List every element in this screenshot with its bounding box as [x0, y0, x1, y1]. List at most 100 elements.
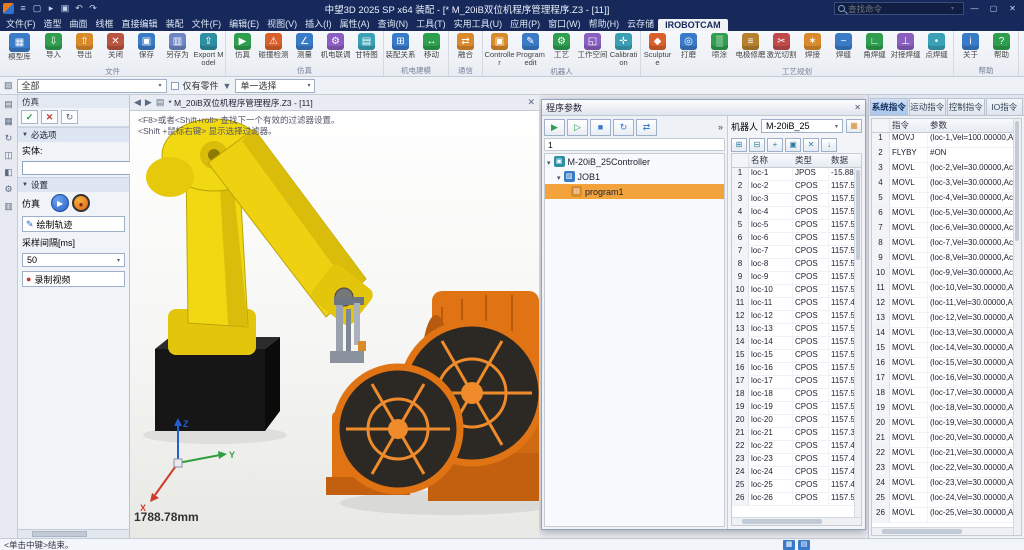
instruction-row[interactable]: 20MOVL(loc-19,Vel=30.00000,Acc=40...	[872, 418, 1013, 433]
play-simulation-button[interactable]: ▶	[51, 194, 69, 212]
menu-item-9[interactable]: 插入(I)	[301, 17, 336, 31]
expand-toolbar-icon[interactable]: »	[718, 122, 725, 132]
viewport-3d[interactable]: ◀ ▶ ▤ * M_20iB双位机程序管理程序.Z3 - [11] ✕ <F8>…	[130, 95, 539, 538]
instruction-hscrollbar[interactable]	[872, 527, 1013, 535]
filter-icon[interactable]: ▼	[223, 81, 232, 91]
robot-dropdown[interactable]: M-20iB_25 ▾	[761, 119, 843, 133]
command-search-input[interactable]	[848, 4, 948, 14]
spot-weld-button[interactable]: •点焊缝	[921, 32, 952, 67]
process-button[interactable]: ⚙工艺	[546, 32, 577, 67]
tab-list-icon[interactable]: ▤	[156, 97, 165, 108]
instruction-row[interactable]: 17MOVL(loc-16,Vel=30.00000,Acc=40...	[872, 373, 1013, 388]
simulate-button[interactable]: ▶仿真	[227, 32, 258, 66]
sample-interval-dropdown[interactable]: 50 ▾	[22, 253, 125, 267]
location-row[interactable]: 15loc-15CPOS1157.5005	[732, 350, 854, 363]
tab-irobotcam[interactable]: IROBOTCAM	[658, 19, 728, 31]
instruction-row[interactable]: 3MOVL(loc-2,Vel=30.00000,Acc=40.0...	[872, 163, 1013, 178]
expand-caret-icon[interactable]	[547, 157, 551, 167]
tree-node-program-selected[interactable]: ▤ program1	[545, 184, 724, 199]
settings-section-header[interactable]: 设置	[18, 177, 129, 192]
cancel-button[interactable]: ✕	[41, 110, 58, 124]
location-row[interactable]: 4loc-4CPOS1157.5003	[732, 207, 854, 220]
instruction-row[interactable]: 23MOVL(loc-22,Vel=30.00000,Acc=40...	[872, 463, 1013, 478]
location-row[interactable]: 12loc-12CPOS1157.5009	[732, 311, 854, 324]
spray-button[interactable]: ▒喷涂	[704, 32, 735, 67]
location-row[interactable]: 17loc-17CPOS1157.5010	[732, 376, 854, 389]
program-panel-titlebar[interactable]: 程序参数 ✕	[542, 100, 865, 116]
weld-seam-button[interactable]: ~焊缝	[828, 32, 859, 67]
menu-item-11[interactable]: 查询(N)	[374, 17, 413, 31]
instruction-row[interactable]: 2FLYBY#ON	[872, 148, 1013, 163]
instruction-row[interactable]: 22MOVL(loc-21,Vel=30.00000,Acc=40...	[872, 448, 1013, 463]
location-row[interactable]: 26loc-26CPOS1157.5005	[732, 493, 854, 506]
menu-item-15[interactable]: 窗口(W)	[544, 17, 585, 31]
weld-button[interactable]: ✶焊接	[797, 32, 828, 67]
robot-arm[interactable]	[146, 119, 376, 431]
menu-item-0[interactable]: 文件(F)	[2, 17, 40, 31]
location-row[interactable]: 19loc-19CPOS1157.5005	[732, 402, 854, 415]
search-caret-icon[interactable]: ▾	[951, 5, 954, 12]
menu-item-16[interactable]: 帮助(H)	[585, 17, 624, 31]
ok-button[interactable]: ✓	[21, 110, 38, 124]
import-location-icon[interactable]: ↓	[821, 138, 837, 152]
select-cube-icon[interactable]: ▧	[4, 80, 13, 91]
locations-vscrollbar[interactable]	[854, 168, 861, 517]
gantt-button[interactable]: ▤甘特图	[351, 32, 382, 66]
save-button[interactable]: ▣保存	[131, 32, 162, 67]
instruction-row[interactable]: 14MOVL(loc-13,Vel=30.00000,Acc=40...	[872, 328, 1013, 343]
workspace-button[interactable]: ◱工作空间	[577, 32, 608, 67]
redo-icon[interactable]: ↷	[86, 3, 100, 14]
forward-view-icon[interactable]: ▶	[145, 97, 152, 108]
instruction-row[interactable]: 25MOVL(loc-24,Vel=30.00000,Acc=40...	[872, 493, 1013, 508]
copy-location-icon[interactable]: ▣	[785, 138, 801, 152]
instruction-row[interactable]: 15MOVL(loc-14,Vel=30.00000,Acc=40...	[872, 343, 1013, 358]
only-parts-checkbox[interactable]	[171, 82, 179, 90]
instruction-tab-3[interactable]: IO指令	[986, 98, 1024, 115]
location-row[interactable]: 18loc-18CPOS1157.5003	[732, 389, 854, 402]
menu-item-1[interactable]: 造型	[40, 17, 66, 31]
scroll-thumb[interactable]	[1015, 121, 1019, 241]
new-location-icon[interactable]: +	[767, 138, 783, 152]
save-quick-icon[interactable]: ▣	[58, 3, 72, 14]
scroll-thumb[interactable]	[882, 529, 962, 534]
fusion-button[interactable]: ⇄融合	[450, 32, 481, 66]
instruction-row[interactable]: 1MOVJ(loc-1,Vel=100.00000,Acc=50...	[872, 133, 1013, 148]
instruction-tab-0[interactable]: 系统指令	[870, 98, 908, 115]
expand-caret-icon[interactable]	[557, 172, 561, 182]
assembly-tree-icon[interactable]: ▦	[4, 116, 13, 127]
command-search[interactable]: ▾	[834, 2, 964, 15]
display-mode-icon[interactable]: ▤	[798, 540, 810, 550]
record-simulation-button[interactable]: ●	[72, 194, 90, 212]
instruction-row[interactable]: 5MOVL(loc-4,Vel=30.00000,Acc=40.0...	[872, 193, 1013, 208]
instruction-row[interactable]: 9MOVL(loc-8,Vel=30.00000,Acc=40.0...	[872, 253, 1013, 268]
close-button[interactable]: ✕	[1004, 4, 1021, 13]
location-row[interactable]: 21loc-21CPOS1157.3418	[732, 428, 854, 441]
location-row[interactable]: 11loc-11CPOS1157.4997	[732, 298, 854, 311]
settings-strip-icon[interactable]: ⚙	[4, 184, 12, 195]
fillet-weld-button[interactable]: ∟角焊缝	[859, 32, 890, 67]
menu-item-10[interactable]: 属性(A)	[336, 17, 374, 31]
instruction-row[interactable]: 8MOVL(loc-7,Vel=30.00000,Acc=40.0...	[872, 238, 1013, 253]
location-row[interactable]: 16loc-16CPOS1157.5011	[732, 363, 854, 376]
sculpture-button[interactable]: ◆Sculpture	[642, 32, 673, 67]
menu-item-12[interactable]: 工具(T)	[412, 17, 450, 31]
location-row[interactable]: 2loc-2CPOS1157.5004	[732, 181, 854, 194]
delete-location-icon[interactable]: ✕	[803, 138, 819, 152]
select-filter-icon[interactable]: ▦	[783, 540, 795, 550]
instruction-row[interactable]: 11MOVL(loc-10,Vel=30.00000,Acc=40...	[872, 283, 1013, 298]
program-panel-close-icon[interactable]: ✕	[854, 103, 861, 112]
mechatronics-button[interactable]: ⚙机电联调	[320, 32, 351, 66]
location-row[interactable]: 6loc-6CPOS1157.5003	[732, 233, 854, 246]
export-button[interactable]: ⇧导出	[69, 32, 100, 67]
left-panel-hscrollbar[interactable]	[18, 529, 129, 538]
header-data[interactable]: 数据	[829, 154, 861, 167]
required-section-header[interactable]: 必选项	[18, 127, 129, 142]
view-manager-icon[interactable]: ◫	[4, 150, 13, 161]
header-parameters[interactable]: 参数	[928, 119, 1013, 132]
record-video-toggle[interactable]: ● 录制视频	[22, 271, 125, 287]
instruction-row[interactable]: 24MOVL(loc-23,Vel=30.00000,Acc=40...	[872, 478, 1013, 493]
instruction-tab-2[interactable]: 控制指令	[947, 98, 985, 115]
back-view-icon[interactable]: ◀	[134, 97, 141, 108]
robot-scene[interactable]: Z Y X	[130, 111, 539, 538]
instruction-row[interactable]: 13MOVL(loc-12,Vel=30.00000,Acc=40...	[872, 313, 1013, 328]
